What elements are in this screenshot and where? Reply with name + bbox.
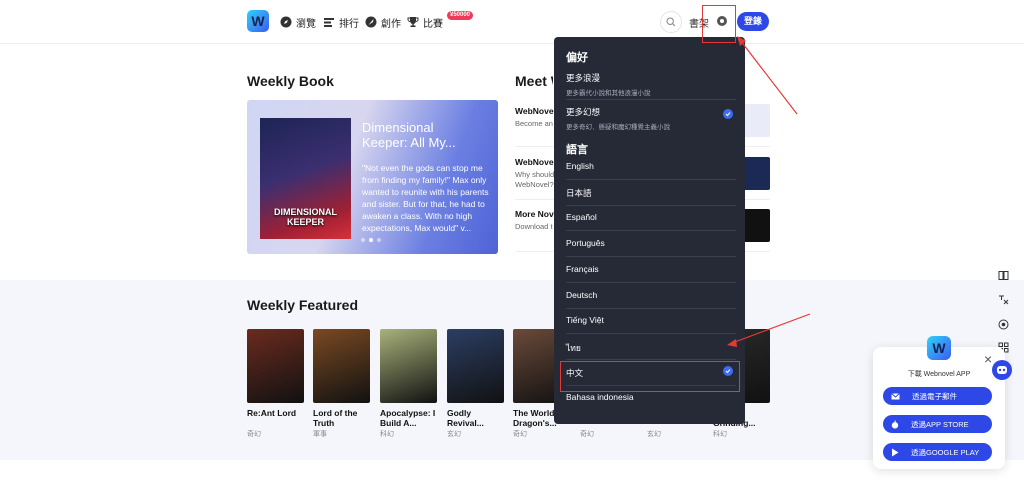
button-label: 透過APP STORE xyxy=(911,419,969,429)
book-icon[interactable] xyxy=(996,268,1010,282)
email-download-button[interactable]: 透過電子郵件 xyxy=(883,387,992,405)
assistant-robot-icon[interactable] xyxy=(992,360,1012,380)
google-play-button[interactable]: 透過GOOGLE PLAY xyxy=(883,443,992,461)
download-app-title: 下載 Webnovel APP xyxy=(907,371,971,378)
apple-icon xyxy=(891,420,899,428)
mail-icon xyxy=(891,392,900,399)
app-store-button[interactable]: 透過APP STORE xyxy=(883,415,992,433)
play-store-icon xyxy=(892,448,899,456)
close-icon[interactable]: × xyxy=(984,352,992,366)
target-icon[interactable] xyxy=(996,317,1010,331)
annotation-arrows xyxy=(727,36,811,347)
button-label: 透過GOOGLE PLAY xyxy=(911,447,980,457)
button-label: 透過電子郵件 xyxy=(912,391,957,401)
webnovel-app-logo: W xyxy=(927,336,951,360)
translate-icon[interactable] xyxy=(996,292,1010,306)
